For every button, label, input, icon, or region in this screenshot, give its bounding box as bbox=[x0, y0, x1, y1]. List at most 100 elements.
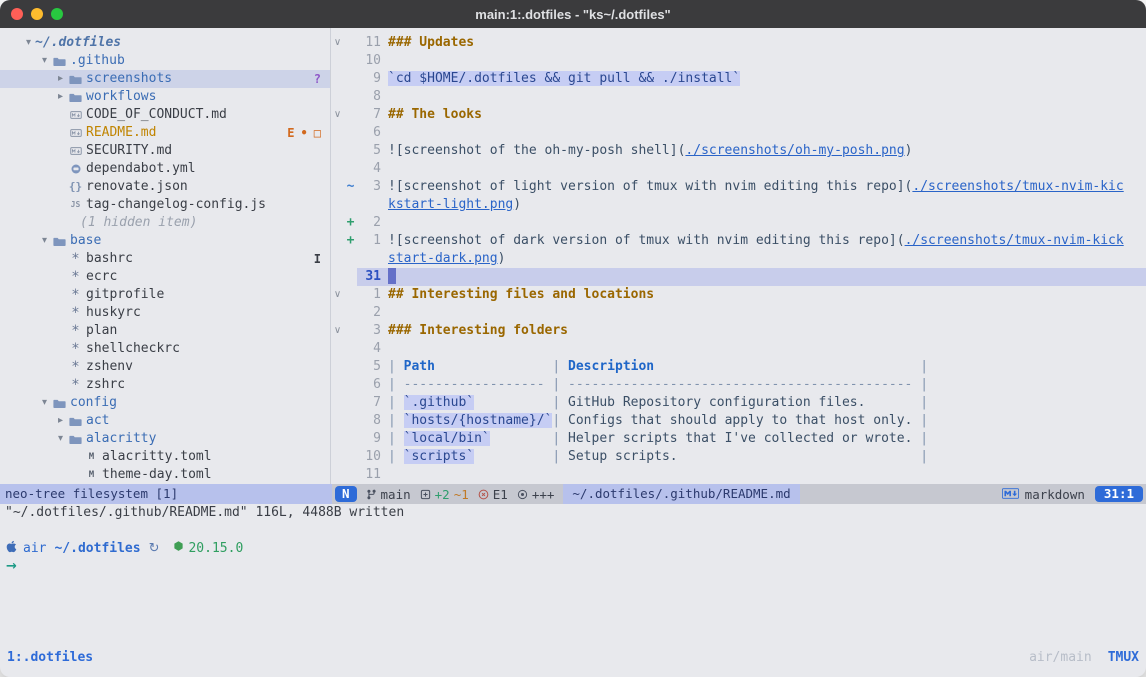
tree-item-security-md[interactable]: SECURITY.md bbox=[0, 142, 330, 160]
gutter-sign bbox=[344, 142, 357, 160]
editor-line[interactable]: ∨7## The looks bbox=[331, 106, 1146, 124]
fold-icon[interactable]: ∨ bbox=[331, 286, 344, 304]
tree-item-ecrc[interactable]: *ecrc bbox=[0, 268, 330, 286]
diff-modified: ~1 bbox=[454, 487, 469, 502]
tree-item-alacritty-toml[interactable]: Malacritty.toml bbox=[0, 448, 330, 466]
minimize-button[interactable] bbox=[31, 8, 43, 20]
fold-icon bbox=[331, 214, 344, 232]
editor-line[interactable]: 4 bbox=[331, 160, 1146, 178]
chevron-right-icon[interactable]: ▸ bbox=[54, 70, 67, 88]
fold-icon bbox=[331, 124, 344, 142]
tree-item-act[interactable]: ▸ act bbox=[0, 412, 330, 430]
editor-line[interactable]: 5| Path | Description | bbox=[331, 358, 1146, 376]
chevron-down-icon[interactable]: ▾ bbox=[22, 34, 35, 52]
chevron-down-icon[interactable]: ▾ bbox=[54, 430, 67, 448]
tree-item-zshenv[interactable]: *zshenv bbox=[0, 358, 330, 376]
editor-line[interactable]: 6 bbox=[331, 124, 1146, 142]
tree-item-label: tag-changelog-config.js bbox=[86, 196, 266, 214]
tree-item-tag-changelog-config-js[interactable]: JStag-changelog-config.js bbox=[0, 196, 330, 214]
fold-icon[interactable]: ∨ bbox=[331, 106, 344, 124]
editor-line-current[interactable]: 31 bbox=[331, 268, 1146, 286]
line-number: 9 bbox=[357, 430, 388, 448]
editor-line[interactable]: 6| ------------------ | ----------------… bbox=[331, 376, 1146, 394]
editor-line[interactable]: 9`cd $HOME/.dotfiles && git pull && ./in… bbox=[331, 70, 1146, 88]
editor-text: | bbox=[552, 413, 568, 428]
tmux-window-tab[interactable]: 1:.dotfiles bbox=[7, 650, 93, 665]
editor-text-area: ![screenshot of the oh-my-posh shell](./… bbox=[388, 142, 1146, 160]
editor-line-wrap[interactable]: start-dark.png) bbox=[331, 250, 1146, 268]
tmux-session: air/main bbox=[1029, 650, 1092, 665]
markdown-link[interactable]: ./screenshots/oh-my-posh.png bbox=[685, 143, 904, 158]
tree-item-plan[interactable]: *plan bbox=[0, 322, 330, 340]
tree-item-renovate-json[interactable]: {}renovate.json bbox=[0, 178, 330, 196]
tree-item-github[interactable]: ▾.github bbox=[0, 52, 330, 70]
editor-line[interactable]: 9| `local/bin` | Helper scripts that I'v… bbox=[331, 430, 1146, 448]
editor-line[interactable]: ∨3### Interesting folders bbox=[331, 322, 1146, 340]
shell-icon: * bbox=[67, 376, 84, 394]
fold-icon bbox=[331, 412, 344, 430]
fold-icon bbox=[331, 340, 344, 358]
markdown-link[interactable]: kstart-light.png bbox=[388, 197, 513, 212]
tree-item-base[interactable]: ▾base bbox=[0, 232, 330, 250]
tree-item-shellcheckrc[interactable]: *shellcheckrc bbox=[0, 340, 330, 358]
editor-line[interactable]: ∨11### Updates bbox=[331, 34, 1146, 52]
markdown-link[interactable]: start-dark.png bbox=[388, 251, 498, 266]
tree-item-bashrc[interactable]: *bashrcI bbox=[0, 250, 330, 268]
editor-line-wrap[interactable]: kstart-light.png) bbox=[331, 196, 1146, 214]
editor-line[interactable]: 4 bbox=[331, 340, 1146, 358]
editor-line[interactable]: +2 bbox=[331, 214, 1146, 232]
zoom-button[interactable] bbox=[51, 8, 63, 20]
tree-item-1-hidden-item[interactable]: (1 hidden item) bbox=[0, 214, 330, 232]
chevron-down-icon[interactable]: ▾ bbox=[38, 232, 51, 250]
markdown-link[interactable]: ./screenshots/tmux-nvim-kick bbox=[905, 233, 1124, 248]
tree-item-theme-day-toml[interactable]: Mtheme-day.toml bbox=[0, 466, 330, 484]
editor-line[interactable]: 10| `scripts` | Setup scripts. | bbox=[331, 448, 1146, 466]
tree-item-screenshots[interactable]: ▸screenshots? bbox=[0, 70, 330, 88]
fold-icon[interactable]: ∨ bbox=[331, 322, 344, 340]
editor-line[interactable]: ~3![screenshot of light version of tmux … bbox=[331, 178, 1146, 196]
close-button[interactable] bbox=[11, 8, 23, 20]
editor-line[interactable]: 11 bbox=[331, 466, 1146, 484]
folder-icon bbox=[67, 433, 84, 446]
tree-item-readme-md[interactable]: README.mdE•□ bbox=[0, 124, 330, 142]
tree-item-zshrc[interactable]: *zshrc bbox=[0, 376, 330, 394]
gutter-sign bbox=[344, 250, 357, 268]
tree-item-alacritty[interactable]: ▾alacritty bbox=[0, 430, 330, 448]
editor-line[interactable]: 8| `hosts/{hostname}/`| Configs that sho… bbox=[331, 412, 1146, 430]
chevron-down-icon[interactable]: ▾ bbox=[38, 52, 51, 70]
tree-item-label: act bbox=[86, 412, 109, 430]
chevron-down-icon[interactable]: ▾ bbox=[38, 394, 51, 412]
tree-item-gitprofile[interactable]: *gitprofile bbox=[0, 286, 330, 304]
chevron-right-icon[interactable]: ▸ bbox=[54, 412, 67, 430]
editor-line[interactable]: +1![screenshot of dark version of tmux w… bbox=[331, 232, 1146, 250]
tree-item-label: zshenv bbox=[86, 358, 133, 376]
markdown-link[interactable]: ./screenshots/tmux-nvim-kic bbox=[912, 179, 1123, 194]
editor-text: | bbox=[474, 395, 568, 410]
fold-icon bbox=[331, 232, 344, 250]
editor-line[interactable]: 8 bbox=[331, 88, 1146, 106]
editor-text-area: ### Updates bbox=[388, 34, 1146, 52]
file-path: ~/.dotfiles/.github/README.md bbox=[563, 484, 799, 504]
tree-item-huskyrc[interactable]: *huskyrc bbox=[0, 304, 330, 322]
editor-line[interactable]: 10 bbox=[331, 52, 1146, 70]
editor-line[interactable]: 2 bbox=[331, 304, 1146, 322]
diff-icon bbox=[420, 489, 431, 500]
tree-item-workflows[interactable]: ▸workflows bbox=[0, 88, 330, 106]
editor-line[interactable]: 5![screenshot of the oh-my-posh shell](.… bbox=[331, 142, 1146, 160]
status-badge: □ bbox=[314, 124, 321, 142]
tree-item-dependabot-yml[interactable]: dependabot.yml bbox=[0, 160, 330, 178]
chevron-right-icon[interactable]: ▸ bbox=[54, 88, 67, 106]
editor-text-area: ![screenshot of light version of tmux wi… bbox=[388, 178, 1146, 196]
prompt-arrow[interactable]: → bbox=[6, 558, 1146, 576]
editor-line[interactable]: ∨1## Interesting files and locations bbox=[331, 286, 1146, 304]
fold-icon bbox=[331, 196, 344, 214]
tree-item-config[interactable]: ▾config bbox=[0, 394, 330, 412]
error-count: E1 bbox=[493, 487, 508, 502]
line-number: 4 bbox=[357, 340, 388, 358]
tree-item-dotfiles[interactable]: ▾~/.dotfiles bbox=[0, 34, 330, 52]
code-span: `scripts` bbox=[404, 449, 474, 464]
editor-text-area: | `scripts` | Setup scripts. | bbox=[388, 448, 1146, 466]
tree-item-code-of-conduct-md[interactable]: CODE_OF_CONDUCT.md bbox=[0, 106, 330, 124]
editor-line[interactable]: 7| `.github` | GitHub Repository configu… bbox=[331, 394, 1146, 412]
fold-icon[interactable]: ∨ bbox=[331, 34, 344, 52]
